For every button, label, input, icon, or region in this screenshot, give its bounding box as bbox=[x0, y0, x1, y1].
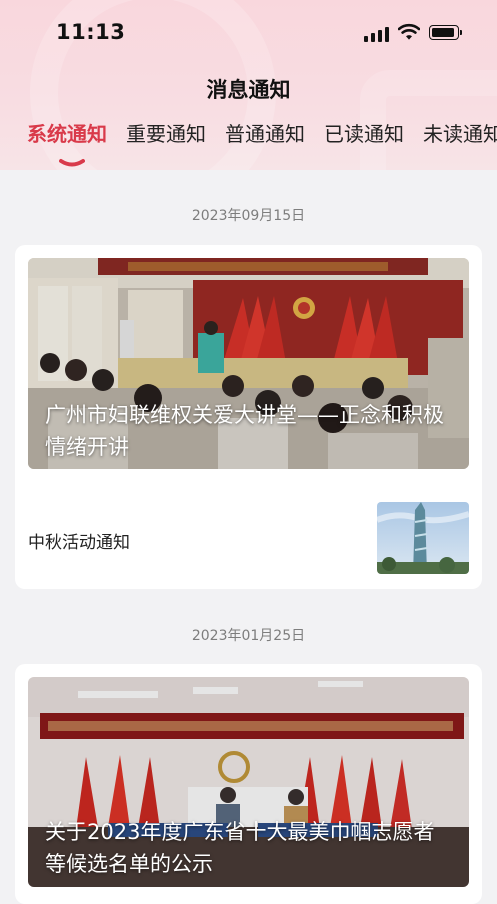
notice-card: 关于2023年度广东省十大最美巾帼志愿者等候选名单的公示 bbox=[15, 664, 482, 904]
date-label: 2023年01月25日 bbox=[191, 628, 306, 644]
tab-unread-notice[interactable]: 未读通知 bbox=[423, 118, 497, 147]
battery-icon bbox=[429, 25, 462, 40]
status-time: 11:13 bbox=[56, 20, 126, 44]
status-bar: 11:13 bbox=[0, 0, 497, 64]
featured-notice-title: 关于2023年度广东省十大最美巾帼志愿者等候选名单的公示 bbox=[45, 820, 435, 876]
tab-read-notice[interactable]: 已读通知 bbox=[324, 118, 404, 147]
header: 11:13 消息通知 系统通知 重要通知 普通通知 已读通知 未读通知 bbox=[0, 0, 497, 170]
featured-notice-title: 广州市妇联维权关爱大讲堂——正念和积极情绪开讲 bbox=[45, 403, 444, 459]
featured-notice[interactable]: 广州市妇联维权关爱大讲堂——正念和积极情绪开讲 bbox=[28, 258, 469, 469]
tab-normal-notice[interactable]: 普通通知 bbox=[225, 118, 305, 147]
tab-important-notice[interactable]: 重要通知 bbox=[126, 118, 206, 147]
cellular-signal-icon bbox=[364, 26, 390, 42]
page-title: 消息通知 bbox=[206, 78, 291, 102]
notice-title: 中秋活动通知 bbox=[28, 533, 130, 553]
notification-tabs: 系统通知 重要通知 普通通知 已读通知 未读通知 bbox=[27, 118, 497, 147]
date-label: 2023年09月15日 bbox=[191, 208, 306, 224]
wifi-icon bbox=[398, 23, 420, 40]
tab-system-notice[interactable]: 系统通知 bbox=[27, 118, 107, 147]
active-tab-indicator bbox=[59, 159, 85, 167]
featured-notice[interactable]: 关于2023年度广东省十大最美巾帼志愿者等候选名单的公示 bbox=[28, 677, 469, 887]
notice-card: 广州市妇联维权关爱大讲堂——正念和积极情绪开讲 中秋活动通知 bbox=[15, 245, 482, 589]
list-item[interactable]: 中秋活动通知 bbox=[15, 490, 482, 580]
notice-thumbnail bbox=[377, 502, 469, 574]
